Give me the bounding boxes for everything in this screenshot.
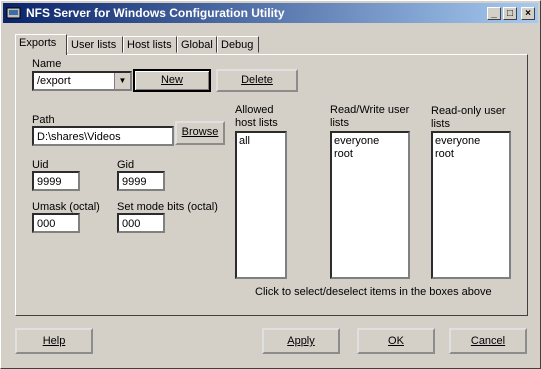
minimize-icon: _ [491,8,497,19]
umask-label: Umask (octal) [32,201,100,213]
hint-text: Click to select/deselect items in the bo… [255,286,492,298]
allowed-hosts-label-line1: Allowed [235,104,274,116]
delete-button[interactable]: Delete [216,69,298,92]
gid-input[interactable]: 9999 [117,171,165,191]
ro-users-listbox[interactable]: everyone root [431,131,511,279]
new-button[interactable]: New [133,69,211,92]
tab-exports[interactable]: Exports [15,34,67,55]
cancel-button[interactable]: Cancel [449,328,527,354]
app-icon [6,7,21,19]
chevron-down-icon[interactable]: ▼ [114,73,130,89]
list-item[interactable]: everyone [334,135,406,148]
main-window: NFS Server for Windows Configuration Uti… [0,0,541,369]
setmode-input[interactable]: 000 [117,213,165,233]
rw-users-listbox[interactable]: everyone root [330,131,410,279]
setmode-label: Set mode bits (octal) [117,201,218,213]
name-label: Name [32,58,62,70]
ok-button[interactable]: OK [357,328,435,354]
help-button[interactable]: Help [15,328,93,354]
browse-button[interactable]: Browse [175,121,225,145]
list-item[interactable]: everyone [435,135,507,148]
exports-panel: Name /export ▼ New Delete Path D:\shares… [15,54,528,316]
tab-user-lists[interactable]: User lists [67,36,123,53]
gid-label: Gid [117,159,135,171]
allowed-hosts-listbox[interactable]: all [235,131,287,279]
path-input[interactable]: D:\shares\Videos [32,126,174,146]
tab-host-lists[interactable]: Host lists [123,36,177,53]
rw-users-label-line2: lists [330,117,349,129]
uid-input[interactable]: 9999 [32,171,80,191]
maximize-icon: □ [506,8,514,19]
path-label: Path [32,114,55,126]
ro-users-label-line2: lists [431,118,450,130]
name-value: /export [37,75,71,87]
ro-users-label-line1: Read-only user [431,105,506,117]
apply-button[interactable]: Apply [262,328,340,354]
tab-global[interactable]: Global [177,36,217,53]
name-combobox[interactable]: /export ▼ [32,71,132,91]
uid-label: Uid [32,159,49,171]
close-button[interactable]: × [521,7,535,20]
list-item[interactable]: root [334,148,406,161]
allowed-hosts-label-line2: host lists [235,117,278,129]
window-title: NFS Server for Windows Configuration Uti… [26,6,285,20]
tab-debug[interactable]: Debug [217,36,259,53]
title-bar[interactable]: NFS Server for Windows Configuration Uti… [3,3,538,23]
minimize-button[interactable]: _ [487,7,501,20]
list-item[interactable]: root [435,148,507,161]
maximize-button[interactable]: □ [503,7,517,20]
rw-users-label-line1: Read/Write user [330,104,410,116]
umask-input[interactable]: 000 [32,213,80,233]
close-icon: × [525,8,531,19]
list-item[interactable]: all [239,135,283,148]
